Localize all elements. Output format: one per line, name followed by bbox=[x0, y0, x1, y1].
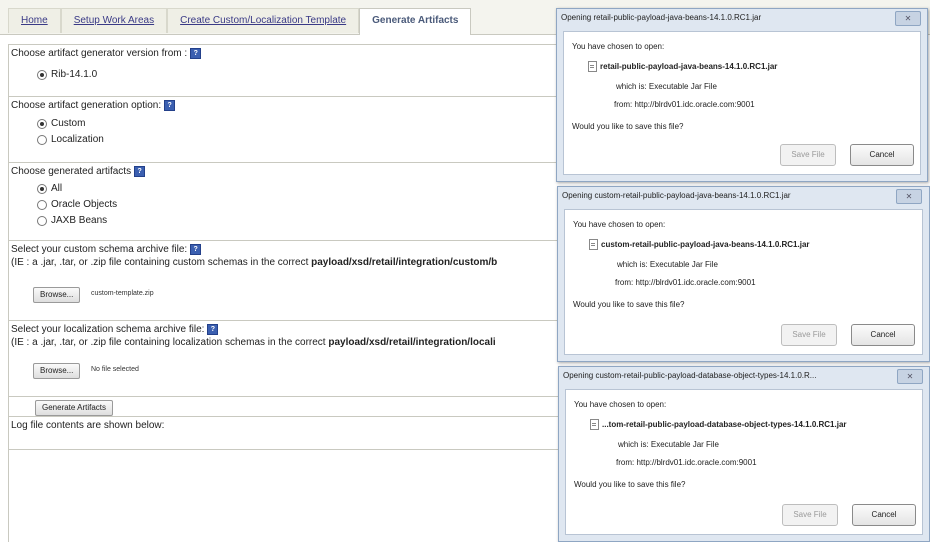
dialog-body: You have chosen to open: ...tom-retail-p… bbox=[565, 389, 923, 535]
dialog-question: Would you like to save this file? bbox=[573, 300, 685, 309]
tabs: Home Setup Work Areas Create Custom/Loca… bbox=[8, 8, 472, 35]
dialog-file-name: custom-retail-public-payload-java-beans-… bbox=[601, 240, 810, 249]
gen-oracle-radio[interactable]: Oracle Objects bbox=[37, 199, 117, 210]
localization-file-name: No file selected bbox=[91, 366, 139, 373]
dialog-file-source: from: http://blrdv01.idc.oracle.com:9001 bbox=[614, 100, 755, 109]
option-localization-label: Localization bbox=[51, 134, 104, 145]
cancel-button[interactable]: Cancel bbox=[850, 144, 914, 166]
dialog-body: You have chosen to open: custom-retail-p… bbox=[564, 209, 923, 355]
radio-icon[interactable] bbox=[37, 215, 47, 226]
localization-browse-button[interactable]: Browse... bbox=[33, 363, 81, 379]
dialog-file-source: from: http://blrdv01.idc.oracle.com:9001 bbox=[616, 458, 757, 467]
generated-artifacts-title: Choose generated artifacts? bbox=[11, 166, 146, 177]
localization-schema-description: (IE : a .jar, .tar, or .zip file contain… bbox=[11, 337, 496, 348]
version-option-label: Rib-14.1.0 bbox=[51, 69, 98, 80]
dialog-chosen-text: You have chosen to open: bbox=[574, 400, 667, 409]
generation-option-title: Choose artifact generation option:? bbox=[11, 100, 176, 111]
option-localization-radio[interactable]: Localization bbox=[37, 134, 104, 145]
log-label: Log file contents are shown below: bbox=[11, 420, 165, 431]
option-custom-label: Custom bbox=[51, 118, 86, 129]
tab-create-template[interactable]: Create Custom/Localization Template bbox=[167, 8, 360, 33]
dialog-file-source: from: http://blrdv01.idc.oracle.com:9001 bbox=[615, 278, 756, 287]
log-section: Log file contents are shown below: bbox=[9, 416, 569, 450]
tab-generate-artifacts[interactable]: Generate Artifacts bbox=[359, 8, 472, 35]
save-file-button[interactable]: Save File bbox=[782, 504, 838, 526]
dialog-file-name: retail-public-payload-java-beans-14.1.0.… bbox=[600, 62, 778, 71]
download-dialog-1: Opening retail-public-payload-java-beans… bbox=[556, 8, 928, 182]
cancel-button[interactable]: Cancel bbox=[851, 324, 915, 346]
custom-schema-title: Select your custom schema archive file:? bbox=[11, 244, 202, 255]
version-section: Choose artifact generator version from :… bbox=[9, 44, 569, 91]
help-icon[interactable]: ? bbox=[164, 100, 176, 111]
dialog-title: Opening custom-retail-public-payload-dat… bbox=[563, 371, 817, 380]
download-dialog-2: Opening custom-retail-public-payload-jav… bbox=[557, 186, 930, 362]
version-radio[interactable]: Rib-14.1.0 bbox=[37, 69, 97, 80]
dialog-question: Would you like to save this file? bbox=[572, 122, 684, 131]
dialog-body: You have chosen to open: retail-public-p… bbox=[563, 31, 921, 175]
dialog-file-type: which is: Executable Jar File bbox=[618, 440, 719, 449]
close-icon[interactable]: ✕ bbox=[897, 369, 923, 384]
tab-setup-work-areas[interactable]: Setup Work Areas bbox=[60, 8, 168, 33]
help-icon[interactable]: ? bbox=[190, 244, 202, 255]
dialog-title: Opening custom-retail-public-payload-jav… bbox=[562, 191, 791, 200]
file-icon bbox=[588, 61, 597, 72]
option-custom-radio[interactable]: Custom bbox=[37, 118, 85, 129]
cancel-button[interactable]: Cancel bbox=[852, 504, 916, 526]
help-icon[interactable]: ? bbox=[207, 324, 219, 335]
close-icon[interactable]: ✕ bbox=[896, 189, 922, 204]
download-dialog-3: Opening custom-retail-public-payload-dat… bbox=[558, 366, 930, 542]
custom-schema-section: Select your custom schema archive file:?… bbox=[9, 240, 569, 321]
radio-icon[interactable] bbox=[37, 134, 47, 145]
generate-artifacts-form: Choose artifact generator version from :… bbox=[8, 44, 569, 542]
gen-all-label: All bbox=[51, 183, 63, 194]
generation-option-section: Choose artifact generation option:? Cust… bbox=[9, 96, 569, 163]
gen-all-radio[interactable]: All bbox=[37, 183, 62, 194]
gen-jaxb-radio[interactable]: JAXB Beans bbox=[37, 215, 107, 226]
file-icon bbox=[590, 419, 599, 430]
dialog-title: Opening retail-public-payload-java-beans… bbox=[561, 13, 762, 22]
gen-jaxb-label: JAXB Beans bbox=[51, 215, 108, 226]
dialog-question: Would you like to save this file? bbox=[574, 480, 686, 489]
radio-icon[interactable] bbox=[37, 199, 47, 210]
localization-schema-title: Select your localization schema archive … bbox=[11, 324, 219, 335]
save-file-button[interactable]: Save File bbox=[780, 144, 836, 166]
generated-artifacts-section: Choose generated artifacts? All Oracle O… bbox=[9, 162, 569, 241]
dialog-chosen-text: You have chosen to open: bbox=[572, 42, 665, 51]
generate-row: Generate Artifacts bbox=[9, 396, 569, 417]
generate-artifacts-button[interactable]: Generate Artifacts bbox=[35, 400, 114, 416]
custom-browse-button[interactable]: Browse... bbox=[33, 287, 81, 303]
custom-schema-description: (IE : a .jar, .tar, or .zip file contain… bbox=[11, 257, 498, 268]
custom-file-name: custom-template.zip bbox=[91, 290, 154, 297]
help-icon[interactable]: ? bbox=[190, 48, 202, 59]
radio-selected-icon[interactable] bbox=[37, 69, 47, 80]
dialog-file-type: which is: Executable Jar File bbox=[616, 82, 717, 91]
dialog-chosen-text: You have chosen to open: bbox=[573, 220, 666, 229]
close-icon[interactable]: ✕ bbox=[895, 11, 921, 26]
dialog-file-name: ...tom-retail-public-payload-database-ob… bbox=[602, 420, 847, 429]
radio-selected-icon[interactable] bbox=[37, 118, 47, 129]
localization-schema-section: Select your localization schema archive … bbox=[9, 320, 569, 393]
version-title: Choose artifact generator version from :… bbox=[11, 48, 202, 59]
save-file-button[interactable]: Save File bbox=[781, 324, 837, 346]
help-icon[interactable]: ? bbox=[134, 166, 146, 177]
file-icon bbox=[589, 239, 598, 250]
tab-home[interactable]: Home bbox=[8, 8, 61, 33]
dialog-file-type: which is: Executable Jar File bbox=[617, 260, 718, 269]
radio-selected-icon[interactable] bbox=[37, 183, 47, 194]
gen-oracle-label: Oracle Objects bbox=[51, 199, 118, 210]
